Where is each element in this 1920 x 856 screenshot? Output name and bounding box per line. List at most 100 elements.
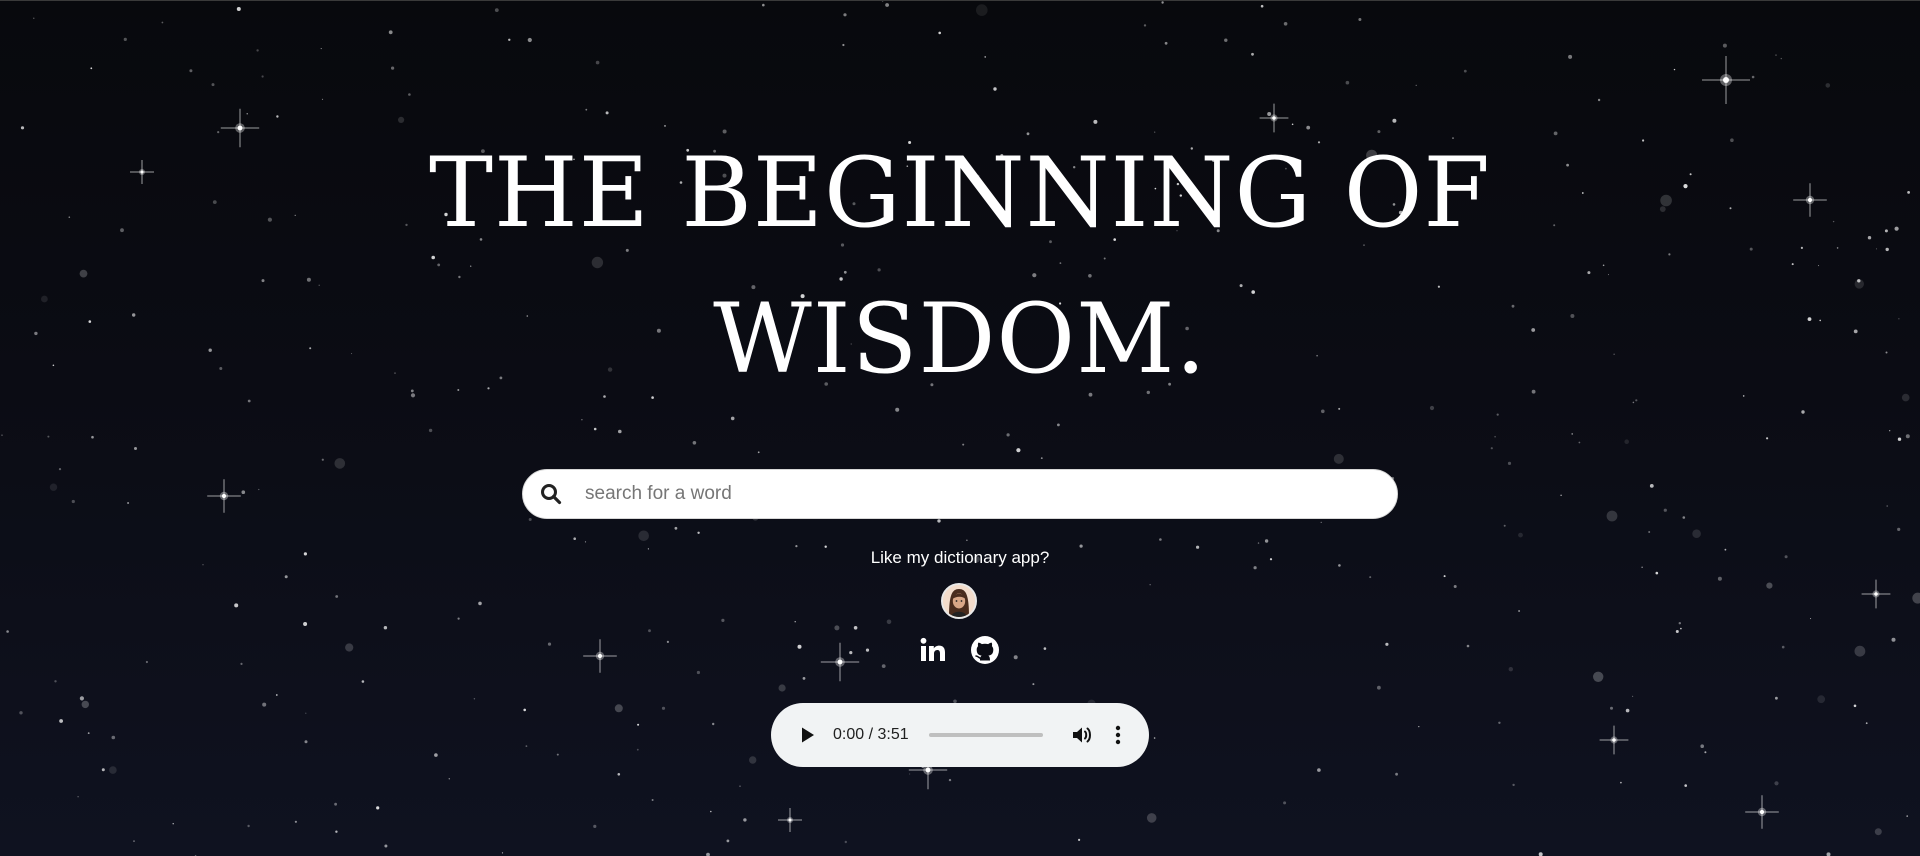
star [651, 799, 654, 801]
star [1853, 704, 1857, 708]
star [457, 617, 460, 620]
star [172, 823, 174, 825]
search-icon[interactable] [539, 482, 563, 506]
star [1854, 645, 1866, 657]
search-bar[interactable] [522, 469, 1398, 519]
star [1149, 584, 1151, 586]
star [743, 818, 747, 822]
star [993, 87, 997, 91]
avatar-icon [943, 585, 975, 617]
star [966, 539, 968, 541]
star [1774, 781, 1779, 786]
star [1418, 726, 1420, 728]
star [71, 499, 75, 504]
star [938, 31, 941, 35]
star [275, 694, 278, 696]
star [1680, 627, 1682, 630]
star [1057, 423, 1060, 427]
star [1260, 4, 1264, 8]
star [585, 108, 588, 111]
star [448, 778, 450, 780]
star [525, 745, 528, 747]
star [33, 17, 35, 19]
star [617, 773, 621, 776]
star [258, 488, 260, 491]
star [1, 434, 3, 436]
star [408, 93, 411, 96]
star [1593, 671, 1604, 682]
star [726, 839, 730, 843]
star [1897, 527, 1901, 532]
star [885, 3, 889, 7]
hero-title-line-1: THE BEGINNING OF [428, 137, 1491, 249]
star [595, 60, 600, 65]
sparkle-star [207, 479, 241, 513]
sparkle-star [1599, 725, 1629, 755]
star [937, 519, 941, 523]
star [1751, 75, 1755, 79]
star [1780, 57, 1783, 60]
star [79, 696, 84, 701]
star [730, 416, 735, 421]
star [1159, 538, 1162, 541]
star [1624, 439, 1629, 445]
star [1620, 781, 1622, 784]
star [834, 625, 840, 631]
star [234, 603, 239, 608]
star [87, 732, 90, 734]
star [1463, 69, 1467, 73]
star [127, 502, 130, 504]
linkedin-link[interactable] [918, 635, 948, 665]
hero-title: THE BEGINNING OF WISDOM. [0, 120, 1920, 412]
star [334, 458, 346, 469]
star [1663, 508, 1667, 512]
star [1415, 84, 1417, 86]
volume-icon [1072, 727, 1091, 743]
volume-button[interactable] [1071, 724, 1093, 746]
star [335, 595, 339, 598]
star [391, 66, 395, 70]
star [1874, 828, 1882, 836]
more-options-button[interactable] [1111, 724, 1125, 746]
star [261, 75, 264, 78]
star [49, 483, 58, 491]
audio-player[interactable]: 0:00 / 3:51 [771, 703, 1149, 767]
star [721, 618, 725, 623]
github-link[interactable] [970, 635, 1000, 665]
star [739, 785, 741, 787]
star [1146, 813, 1157, 823]
play-button[interactable] [799, 726, 817, 744]
star [6, 630, 9, 633]
search-input[interactable] [583, 473, 1367, 515]
star [304, 740, 308, 744]
more-vert-icon [1115, 725, 1120, 745]
star [1512, 783, 1515, 787]
star [47, 435, 50, 438]
star [1649, 484, 1654, 488]
star [1358, 18, 1362, 21]
hero-title-line-2: WISDOM. [713, 283, 1207, 395]
star [1766, 582, 1773, 589]
star [1161, 1, 1164, 4]
star [1267, 112, 1272, 116]
star [1891, 637, 1896, 642]
avatar[interactable] [941, 583, 977, 619]
star [948, 778, 952, 782]
star [1775, 696, 1778, 700]
star [1016, 448, 1021, 453]
star [1610, 706, 1613, 710]
star [1810, 618, 1812, 620]
star [303, 622, 308, 626]
progress-slider[interactable] [928, 733, 1043, 737]
star [547, 642, 552, 646]
star [843, 13, 847, 17]
star [696, 670, 701, 675]
star [1905, 434, 1910, 439]
star [434, 753, 438, 757]
star [762, 3, 765, 7]
star [593, 427, 597, 431]
star [59, 719, 63, 723]
star [1369, 576, 1372, 579]
star [1597, 98, 1601, 102]
star [1224, 38, 1228, 42]
